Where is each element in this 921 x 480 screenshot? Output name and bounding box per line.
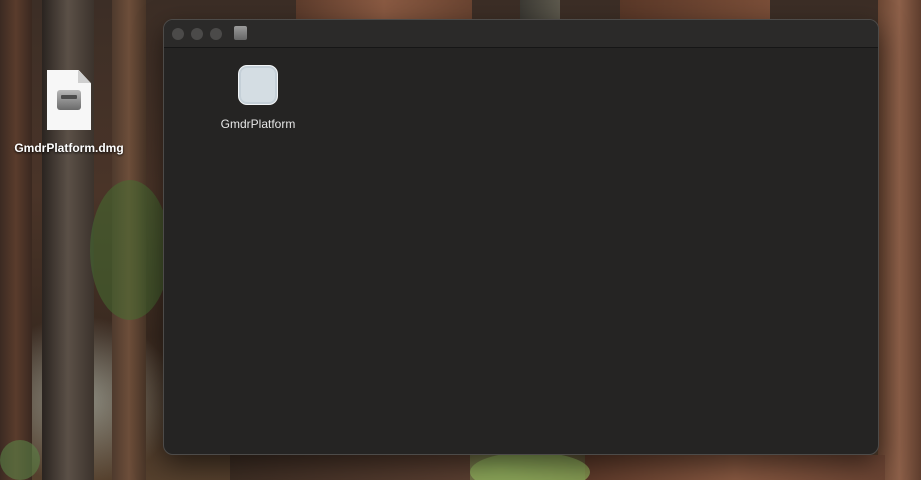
- wallpaper-tree: [296, 0, 472, 20]
- wallpaper-tree: [230, 455, 470, 480]
- disk-image-file-icon: [47, 70, 91, 130]
- minimize-button[interactable]: [191, 28, 203, 40]
- close-button[interactable]: [172, 28, 184, 40]
- desktop-file-label: GmdrPlatform.dmg: [14, 141, 124, 155]
- app-icon: [238, 65, 278, 105]
- file-item-label: GmdrPlatform: [220, 117, 296, 131]
- disk-volume-icon[interactable]: [234, 26, 247, 40]
- wallpaper-foliage: [90, 180, 170, 320]
- wallpaper-foliage: [470, 452, 590, 480]
- wallpaper-tree: [520, 0, 560, 20]
- wallpaper-foliage: [0, 440, 40, 480]
- window-content[interactable]: GmdrPlatform: [164, 48, 878, 454]
- desktop: GmdrPlatform.dmg GmdrPlatform: [0, 0, 921, 480]
- finder-window: GmdrPlatform: [163, 19, 879, 455]
- wallpaper-tree: [620, 0, 770, 20]
- zoom-button[interactable]: [210, 28, 222, 40]
- file-item-gmdrplatform[interactable]: GmdrPlatform: [208, 65, 308, 131]
- desktop-file-gmdrplatform-dmg[interactable]: GmdrPlatform.dmg: [6, 70, 132, 156]
- wallpaper-tree: [878, 0, 921, 480]
- file-fold: [78, 70, 91, 83]
- window-titlebar[interactable]: [164, 20, 878, 48]
- wallpaper-tree: [585, 455, 885, 480]
- drive-icon: [57, 90, 81, 110]
